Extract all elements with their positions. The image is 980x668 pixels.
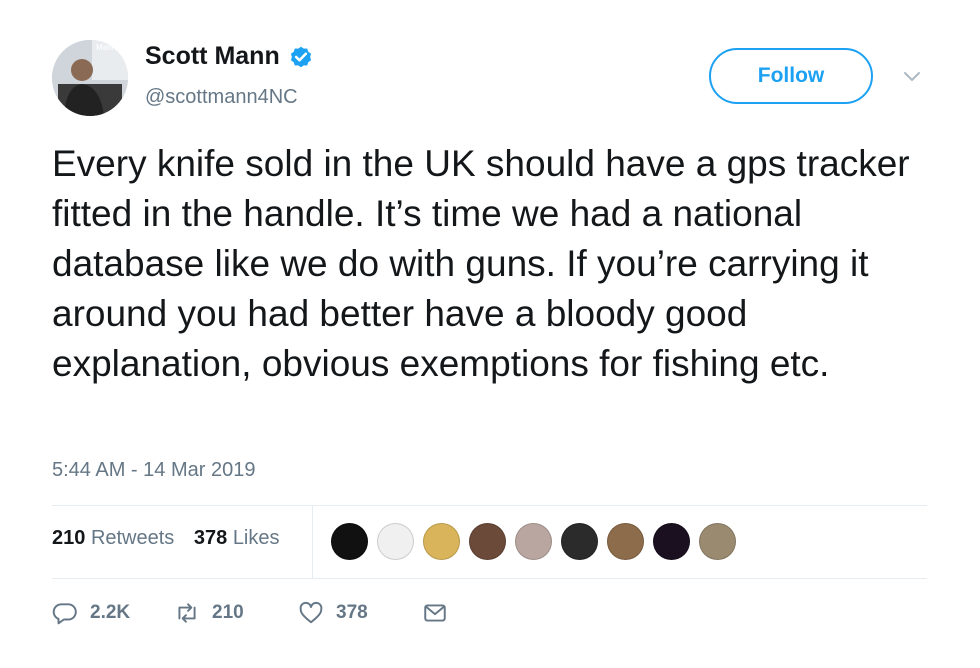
engagement-stats: 210 Retweets 378 Likes [52, 527, 294, 550]
tweet-actions: 2.2K 210 378 [52, 600, 448, 626]
liker-avatar[interactable] [607, 523, 644, 560]
retweets-count: 210 [52, 527, 86, 549]
avatar-image: Mann [52, 40, 128, 116]
retweets-stat[interactable]: 210 Retweets [52, 527, 174, 549]
author-handle[interactable]: @scottmann4NC [145, 86, 298, 109]
liker-avatar[interactable] [699, 523, 736, 560]
verified-badge-icon [290, 46, 311, 67]
likes-count: 378 [193, 527, 228, 549]
author-name-row: Scott Mann [145, 42, 314, 71]
reply-icon [52, 603, 77, 625]
like-button[interactable]: 378 [298, 600, 422, 626]
envelope-icon [424, 604, 446, 622]
liker-avatar[interactable] [331, 523, 368, 560]
likes-stat[interactable]: 378 Likes [194, 527, 280, 549]
display-name[interactable]: Scott Mann [145, 42, 280, 71]
avatar[interactable]: Mann [52, 40, 128, 116]
liker-avatar[interactable] [423, 523, 460, 560]
retweet-icon [178, 603, 196, 623]
tweet-text: Every knife sold in the UK should have a… [52, 143, 910, 384]
avatar-watermark: Mann [96, 43, 116, 52]
retweet-button[interactable]: 210 [174, 600, 298, 626]
stats-separator [312, 506, 313, 578]
liker-avatar[interactable] [515, 523, 552, 560]
liker-avatars [331, 523, 745, 560]
likes-label: Likes [232, 527, 280, 549]
like-count: 378 [336, 602, 368, 623]
liker-avatar[interactable] [653, 523, 690, 560]
reply-button[interactable]: 2.2K [52, 600, 174, 626]
reply-count: 2.2K [90, 602, 131, 623]
liker-avatar[interactable] [469, 523, 506, 560]
divider [52, 578, 927, 579]
retweets-label: Retweets [90, 527, 175, 549]
chevron-down-icon[interactable] [902, 70, 922, 84]
follow-button[interactable]: Follow [709, 48, 873, 104]
liker-avatar[interactable] [561, 523, 598, 560]
heart-icon [299, 601, 323, 624]
tweet-timestamp[interactable]: 5:44 AM - 14 Mar 2019 [52, 459, 255, 482]
retweet-count: 210 [212, 602, 244, 623]
divider [52, 505, 927, 506]
liker-avatar[interactable] [377, 523, 414, 560]
direct-message-button[interactable] [422, 600, 448, 626]
